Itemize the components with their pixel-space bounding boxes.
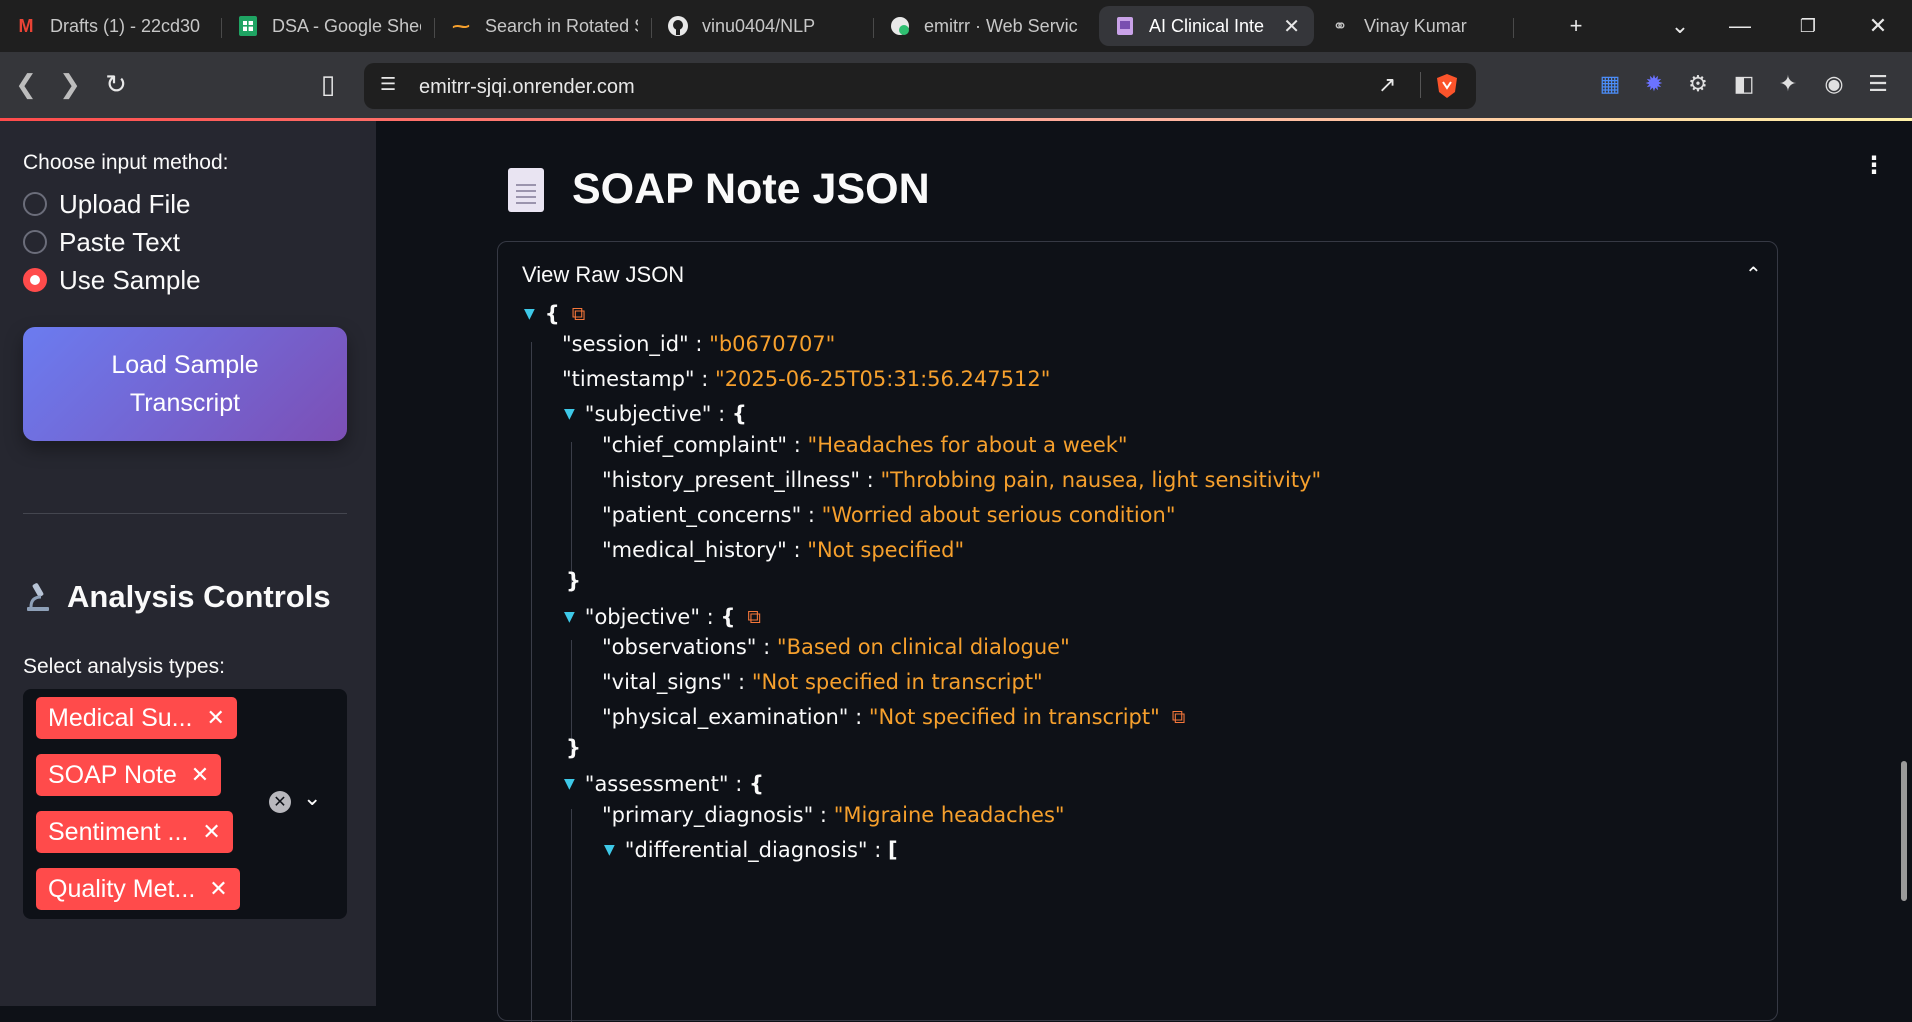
back-button[interactable]: ❮	[8, 66, 44, 102]
json-line: "medical_history" : "Not specified"	[602, 538, 965, 562]
analysis-types-multiselect[interactable]: Medical Su... ✕ SOAP Note ✕ Sentiment ..…	[23, 689, 347, 919]
json-line: "patient_concerns" : "Worried about seri…	[602, 503, 1176, 527]
gmail-icon: M	[18, 15, 34, 36]
radio-paste-text[interactable]: Paste Text	[23, 225, 180, 259]
analysis-controls-heading: Analysis Controls	[23, 579, 331, 615]
page-title: SOAP Note JSON	[508, 165, 930, 214]
browser-tab[interactable]: ⚭ Vinay Kumar	[1314, 6, 1514, 46]
sheets-icon	[236, 14, 260, 38]
json-line: "vital_signs" : "Not specified in transc…	[602, 670, 1043, 694]
json-line: "timestamp" : "2025-06-25T05:31:56.24751…	[562, 367, 1051, 391]
json-line: "primary_diagnosis" : "Migraine headache…	[602, 803, 1065, 827]
json-indent-guide	[531, 342, 532, 1022]
copy-icon[interactable]: ⧉	[572, 303, 586, 325]
sidebar-toggle-icon[interactable]: ◧	[1728, 66, 1760, 102]
json-line: ▼ "differential_diagnosis" : [	[604, 838, 898, 862]
restore-window-button[interactable]: ❐	[1780, 0, 1836, 52]
close-tab-icon[interactable]: ✕	[1283, 14, 1300, 39]
streamlit-icon	[1113, 14, 1137, 38]
collapse-triangle-icon[interactable]: ▼	[604, 842, 615, 858]
chip-medical-summary[interactable]: Medical Su... ✕	[36, 697, 237, 739]
leo-ai-icon[interactable]: ✦	[1772, 66, 1804, 102]
code-icon: ⁓	[452, 15, 470, 36]
scrollbar-thumb[interactable]	[1901, 761, 1907, 901]
collapse-triangle-icon[interactable]: ▼	[564, 406, 575, 422]
microscope-icon	[23, 581, 53, 613]
browser-tab-active[interactable]: AI Clinical Inte ✕	[1099, 6, 1314, 46]
radio-use-sample[interactable]: Use Sample	[23, 263, 201, 297]
expander-header[interactable]: View Raw JSON	[522, 262, 684, 288]
chip-sentiment[interactable]: Sentiment ... ✕	[36, 811, 233, 853]
brave-shield-icon[interactable]	[1434, 72, 1460, 100]
radio-button-selected[interactable]	[23, 268, 47, 292]
new-tab-button[interactable]: +	[1548, 0, 1604, 52]
vpn-icon[interactable]: ◉	[1818, 66, 1850, 102]
browser-tab[interactable]: vinu0404/NLP	[652, 6, 874, 46]
remove-chip-icon[interactable]: ✕	[202, 819, 220, 845]
browser-tab-bar: M Drafts (1) - 22cd30 DSA - Google Shee …	[0, 0, 1912, 52]
json-line: "history_present_illness" : "Throbbing p…	[602, 468, 1322, 492]
share-icon[interactable]: ↗	[1378, 72, 1396, 98]
raw-json-expander: View Raw JSON ⌃ ▼ { ⧉ "session_id" : "b0…	[497, 241, 1778, 1022]
radio-button[interactable]	[23, 230, 47, 254]
site-settings-icon[interactable]: ☰	[380, 74, 396, 95]
close-window-button[interactable]: ✕	[1850, 0, 1906, 52]
collapse-triangle-icon[interactable]: ▼	[564, 609, 575, 625]
browser-tab[interactable]: DSA - Google Shee	[222, 6, 435, 46]
github-icon	[666, 14, 690, 38]
clear-all-icon[interactable]: ✕	[269, 791, 291, 813]
load-sample-transcript-button[interactable]: Load Sample Transcript	[23, 327, 347, 441]
json-line: }	[566, 569, 581, 593]
document-icon	[508, 167, 544, 212]
json-line: ▼ "assessment" : {	[564, 772, 764, 796]
json-line: "session_id" : "b0670707"	[562, 332, 836, 356]
radio-upload-file[interactable]: Upload File	[23, 187, 191, 221]
address-bar[interactable]: ☰ emitrr-sjqi.onrender.com ↗	[364, 63, 1476, 109]
translate-icon[interactable]: ▦	[1594, 66, 1626, 102]
forward-button[interactable]: ❯	[52, 66, 88, 102]
puzzle-icon[interactable]: ⚙	[1682, 66, 1714, 102]
radio-button[interactable]	[23, 192, 47, 216]
analysis-types-label: Select analysis types:	[23, 655, 225, 678]
more-options-icon[interactable]: ⋮	[1862, 151, 1886, 180]
json-line: ▼ "subjective" : {	[564, 402, 747, 426]
chip-soap-note[interactable]: SOAP Note ✕	[36, 754, 222, 796]
copy-icon[interactable]: ⧉	[747, 606, 761, 628]
collapse-triangle-icon[interactable]: ▼	[524, 306, 535, 322]
remove-chip-icon[interactable]: ✕	[209, 876, 227, 902]
chevron-down-icon[interactable]: ⌄	[303, 785, 321, 811]
json-line: ▼ "objective" : { ⧉	[564, 605, 761, 629]
extension-icon[interactable]: ✹	[1638, 66, 1670, 102]
copy-icon[interactable]: ⧉	[1172, 706, 1186, 728]
browser-tab[interactable]: ⁓ Search in Rotated S	[435, 6, 652, 46]
json-line: "observations" : "Based on clinical dial…	[602, 635, 1070, 659]
minimize-window-button[interactable]: —	[1712, 0, 1768, 52]
sidebar-divider	[23, 513, 347, 514]
main-content: ⋮ SOAP Note JSON View Raw JSON ⌃ ▼ { ⧉ "…	[376, 121, 1912, 1022]
render-icon	[888, 14, 912, 38]
json-line: }	[566, 736, 581, 760]
json-root-open: ▼ { ⧉	[524, 302, 586, 326]
sidebar: Choose input method: Upload File Paste T…	[0, 121, 376, 1006]
tab-search-chevron-icon[interactable]: ⌄	[1652, 0, 1708, 52]
menu-icon[interactable]: ☰	[1862, 66, 1894, 102]
remove-chip-icon[interactable]: ✕	[191, 762, 209, 788]
collapse-triangle-icon[interactable]: ▼	[564, 776, 575, 792]
bookmark-icon[interactable]: ▯	[310, 66, 346, 102]
reload-button[interactable]: ↻	[98, 66, 134, 102]
url-text: emitrr-sjqi.onrender.com	[419, 76, 635, 98]
browser-tab[interactable]: M Drafts (1) - 22cd30	[0, 6, 222, 46]
browser-toolbar: ❮ ❯ ↻ ▯ ☰ emitrr-sjqi.onrender.com ↗ ▦ ✹…	[0, 52, 1912, 118]
input-method-label: Choose input method:	[23, 151, 229, 174]
json-line: "physical_examination" : "Not specified …	[602, 705, 1186, 729]
json-line: "chief_complaint" : "Headaches for about…	[602, 433, 1128, 457]
json-indent-guide	[571, 809, 572, 1022]
globe-icon: ⚭	[1332, 15, 1348, 36]
browser-tab[interactable]: emitrr · Web Servic	[874, 6, 1099, 46]
chevron-up-icon[interactable]: ⌃	[1745, 262, 1762, 287]
chip-quality-metrics[interactable]: Quality Met... ✕	[36, 868, 240, 910]
remove-chip-icon[interactable]: ✕	[207, 705, 225, 731]
